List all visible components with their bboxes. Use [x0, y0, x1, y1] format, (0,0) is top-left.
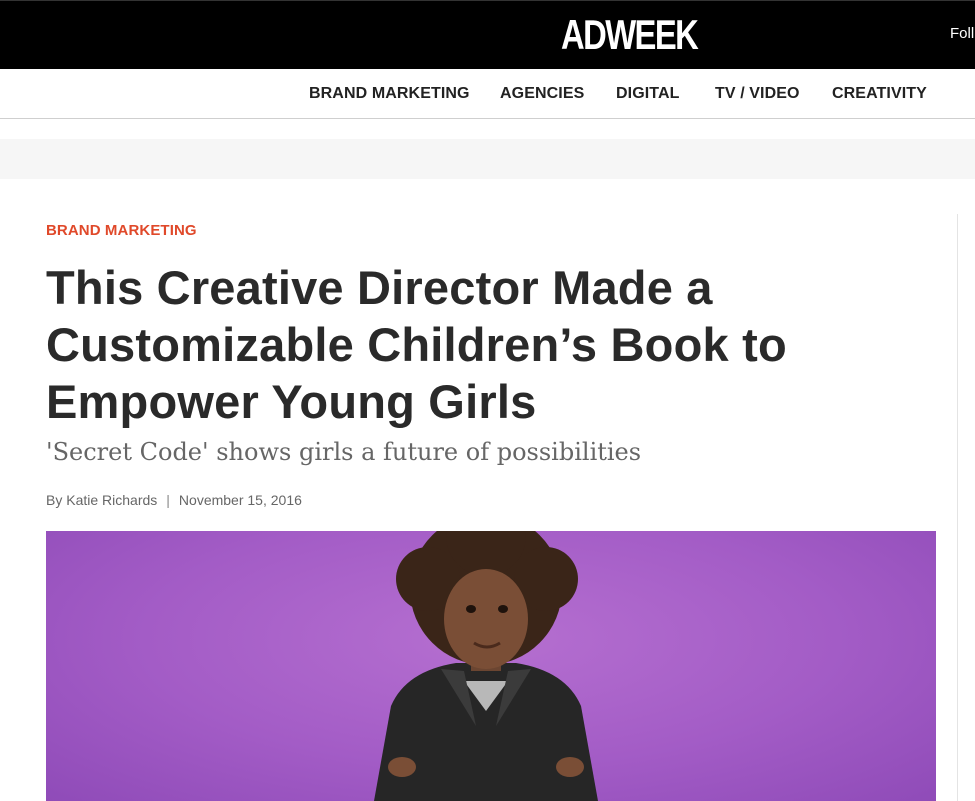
nav-item-tv-video[interactable]: TV / VIDEO [715, 85, 800, 103]
article-dek: 'Secret Code' shows girls a future of po… [46, 438, 642, 466]
article-byline: By Katie Richards | November 15, 2016 [46, 492, 302, 508]
article-headline: This Creative Director Made a Customizab… [46, 261, 787, 428]
publish-date: November 15, 2016 [178, 492, 302, 508]
article-category-link[interactable]: BRAND MARKETING [46, 222, 197, 239]
nav-item-creativity[interactable]: CREATIVITY [832, 85, 927, 103]
author-link[interactable]: By Katie Richards [46, 492, 157, 508]
top-header-bar: ADWEEK Foll [0, 0, 975, 69]
nav-item-agencies[interactable]: AGENCIES [500, 85, 584, 103]
follow-link[interactable]: Foll [950, 25, 974, 42]
hero-image[interactable] [46, 531, 936, 801]
hero-illustration [374, 531, 598, 801]
nav-item-digital[interactable]: DIGITAL [616, 85, 680, 103]
child-figure [374, 531, 598, 801]
sidebar-divider [957, 214, 958, 801]
ad-placeholder-band [0, 139, 975, 179]
byline-separator: | [166, 492, 170, 508]
adweek-logo[interactable]: ADWEEK [561, 13, 699, 57]
nav-item-brand-marketing[interactable]: BRAND MARKETING [309, 85, 470, 103]
main-nav: BRAND MARKETING AGENCIES DIGITAL TV / VI… [0, 69, 975, 119]
